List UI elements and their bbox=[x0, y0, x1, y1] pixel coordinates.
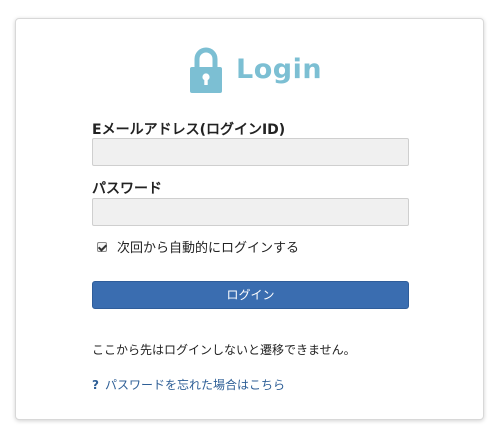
question-icon: ? bbox=[92, 377, 99, 392]
password-label: パスワード bbox=[92, 181, 162, 197]
remember-me-label: 次回から自動的にログインする bbox=[117, 241, 300, 256]
page-title: Login bbox=[236, 54, 323, 85]
email-label: Eメールアドレス(ログインID) bbox=[92, 122, 286, 138]
remember-me-option[interactable]: 次回から自動的にログインする bbox=[97, 237, 299, 256]
login-header: Login bbox=[190, 45, 322, 95]
remember-me-checkbox[interactable] bbox=[97, 241, 107, 252]
forgot-password-link[interactable]: ? パスワードを忘れた場合はこちら bbox=[92, 376, 285, 393]
lock-icon bbox=[190, 47, 222, 93]
email-field[interactable] bbox=[92, 138, 409, 166]
login-card: Login Eメールアドレス(ログインID) パスワード 次回から自動的にログイ… bbox=[15, 18, 484, 420]
forgot-password-label: パスワードを忘れた場合はこちら bbox=[104, 378, 285, 392]
login-button[interactable]: ログイン bbox=[92, 281, 409, 309]
login-notice: ここから先はログインしないと遷移できません。 bbox=[92, 343, 356, 357]
password-field[interactable] bbox=[92, 198, 409, 226]
